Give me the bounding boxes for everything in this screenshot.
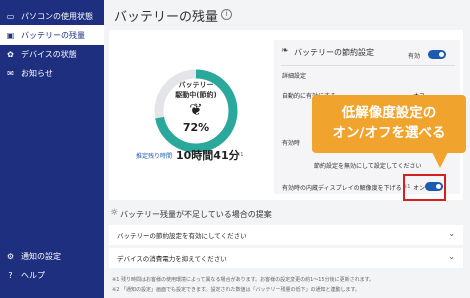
suggestion-accordion[interactable]: バッテリーの節約設定を有効にしてください ⌄: [109, 225, 463, 245]
callout-line1: 低解像度設定の: [341, 105, 437, 121]
sidebar-item-notification-settings[interactable]: ⚙ 通知の設定: [0, 246, 104, 266]
sidebar-item-pc-usage[interactable]: ▭ パソコンの使用状態: [0, 6, 104, 26]
sidebar-item-label: パソコンの使用状態: [21, 11, 93, 21]
sidebar-item-label: バッテリーの残量: [21, 30, 85, 40]
battery-icon: ▣: [6, 30, 15, 40]
ring-line1: バッテリー: [178, 81, 214, 89]
estimate-note: ※1: [236, 152, 244, 158]
info-icon[interactable]: i: [221, 9, 232, 20]
gear-icon: ✿: [7, 49, 14, 59]
gear-icon: ⚙: [6, 251, 15, 261]
sidebar-item-label: ヘルプ: [21, 270, 45, 280]
callout-pointer: [432, 152, 448, 168]
suggestion-accordion[interactable]: デバイスの消費電力を抑えてください ⌄: [109, 248, 463, 268]
callout-line2: オン/オフを選べる: [332, 125, 446, 141]
mail-icon: ✉: [7, 68, 14, 78]
ring-status: バッテリー 駆動中(節約): [153, 80, 239, 100]
battery-percent: 72%: [182, 121, 210, 134]
disabled-note: 節約設定を無効にして設定してください: [314, 163, 422, 170]
leaf-icon: ❧: [281, 46, 289, 56]
sidebar-item-label: デバイスの状態: [21, 49, 77, 59]
footnote: ※1 残り時間はお客様の使用環境によって異なる場合があります。お客様の設定変更の…: [112, 277, 375, 283]
saving-title: バッテリーの節約設定: [294, 48, 374, 57]
sidebar-item-device-status[interactable]: ✿ デバイスの状態: [0, 44, 104, 64]
suggestion-label: バッテリーの節約設定を有効にしてください: [117, 232, 247, 240]
dim-resolution-label: 有効時の内蔵ディスプレイの解像度を下げる: [282, 185, 402, 192]
estimate-label: 推定残り時間: [136, 153, 173, 160]
lightbulb-icon: ☼: [110, 208, 119, 218]
divider: [281, 65, 455, 66]
sidebar-item-label: 通知の設定: [21, 251, 61, 261]
enabled-prefix: 有効時: [282, 140, 301, 147]
sidebar-item-help[interactable]: ? ヘルプ: [0, 265, 104, 285]
suggestions-title: バッテリー残量が不足している場合の提案: [120, 210, 272, 219]
page-title: バッテリーの残量: [114, 10, 219, 25]
chevron-down-icon: ⌄: [448, 252, 455, 261]
sidebar-item-label: お知らせ: [21, 68, 53, 78]
highlight-frame: [403, 174, 446, 201]
footnote: ※2 「通知の設定」画面でも設定できます。設定された数値は「バッテリー残量の低下…: [112, 287, 360, 293]
estimate-value: 10時間41分: [176, 149, 240, 162]
sidebar: ▭ パソコンの使用状態 ▣ バッテリーの残量 ✿ デバイスの状態 ✉ お知らせ …: [0, 0, 104, 298]
saving-status: 有効: [408, 53, 421, 60]
sidebar-item-battery[interactable]: ▣ バッテリーの残量: [0, 25, 104, 45]
help-icon: ?: [8, 270, 13, 280]
leaf-icon: ❦: [189, 100, 203, 119]
callout: 低解像度設定の オン/オフを選べる: [312, 95, 466, 153]
saving-toggle[interactable]: [428, 50, 446, 59]
sidebar-item-notices[interactable]: ✉ お知らせ: [0, 63, 104, 83]
ring-line2: 駆動中(節約): [175, 91, 217, 99]
chevron-down-icon: ⌄: [448, 229, 455, 238]
monitor-icon: ▭: [6, 11, 15, 21]
detail-heading: 詳細設定: [282, 73, 307, 80]
suggestion-label: デバイスの消費電力を抑えてください: [117, 255, 227, 263]
